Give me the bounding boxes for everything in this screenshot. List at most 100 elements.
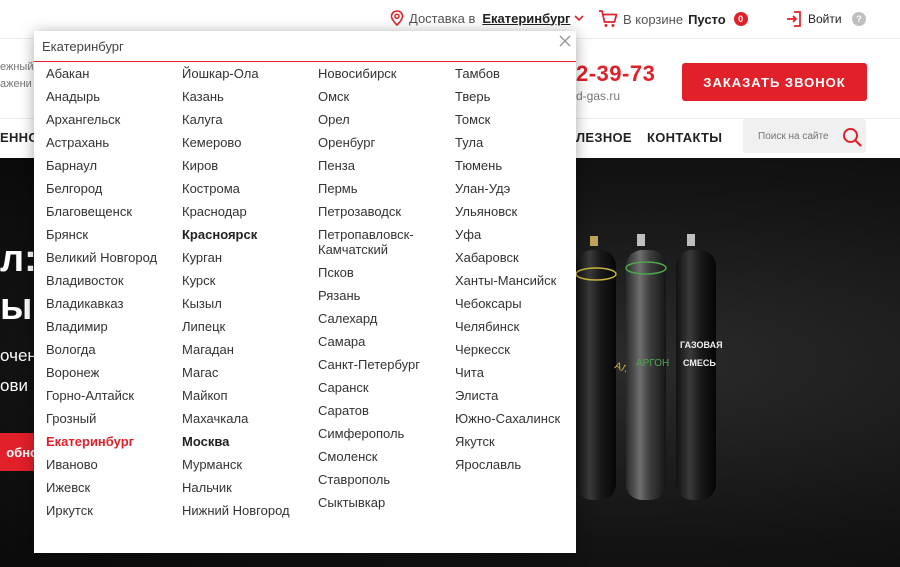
city-link[interactable]: Владимир [46,319,176,334]
city-link[interactable]: Хабаровск [455,250,585,265]
help-icon[interactable]: ? [852,12,866,26]
city-link[interactable]: Грозный [46,411,176,426]
search-icon[interactable] [842,127,862,147]
city-link[interactable]: Тула [455,135,585,150]
city-link[interactable]: Ульяновск [455,204,585,219]
city-link[interactable]: Иваново [46,457,176,472]
city-link[interactable]: Южно-Сахалинск [455,411,585,426]
city-link[interactable]: Самара [318,334,448,349]
city-link[interactable]: Магас [182,365,312,380]
city-link[interactable]: Анадырь [46,89,176,104]
city-link[interactable]: Кострома [182,181,312,196]
cart-widget[interactable]: В корзине Пусто 0 [598,10,748,28]
city-link[interactable]: Симферополь [318,426,448,441]
city-column-3: Новосибирск Омск Орел Оренбург Пенза Пермь Пет… [318,66,448,518]
city-link[interactable]: Майкоп [182,388,312,403]
city-link[interactable]: Москва [182,434,312,449]
city-link[interactable]: Магадан [182,342,312,357]
city-link[interactable]: Псков [318,265,448,280]
city-link[interactable]: Салехард [318,311,448,326]
city-link[interactable]: Черкесск [455,342,585,357]
delivery-selector[interactable]: Доставка в Екатеринбург [390,10,584,26]
city-link[interactable]: Краснодар [182,204,312,219]
location-pin-icon [390,10,404,26]
city-link[interactable]: Йошкар-Ола [182,66,312,81]
city-link[interactable]: Смоленск [318,449,448,464]
city-link[interactable]: Пермь [318,181,448,196]
city-link[interactable]: Красноярск [182,227,312,242]
city-link[interactable]: Екатеринбург [46,434,176,449]
order-call-button[interactable]: ЗАКАЗАТЬ ЗВОНОК [682,63,867,101]
city-link[interactable]: Кызыл [182,296,312,311]
city-link[interactable]: Челябинск [455,319,585,334]
close-icon[interactable] [558,34,572,48]
city-link[interactable]: Киров [182,158,312,173]
city-link[interactable]: Ханты-Мансийск [455,273,585,288]
city-link[interactable]: Орел [318,112,448,127]
login-label: Войти [808,12,842,26]
city-link[interactable]: Барнаул [46,158,176,173]
city-link[interactable]: Калуга [182,112,312,127]
header-tagline: ежный ажени [0,59,34,93]
city-link[interactable]: Чебоксары [455,296,585,311]
city-link[interactable]: Кемерово [182,135,312,150]
city-link[interactable]: Мурманск [182,457,312,472]
city-link[interactable]: Улан-Удэ [455,181,585,196]
city-link[interactable]: Томск [455,112,585,127]
city-link[interactable]: Тамбов [455,66,585,81]
cart-icon [599,10,618,27]
city-link[interactable]: Казань [182,89,312,104]
city-link[interactable]: Ставрополь [318,472,448,487]
city-link[interactable]: Саранск [318,380,448,395]
city-link[interactable]: Владивосток [46,273,176,288]
nav-item-contacts[interactable]: КОНТАКТЫ [647,130,722,145]
city-link[interactable]: Белгород [46,181,176,196]
city-search-input[interactable] [34,31,576,62]
city-link[interactable]: Вологда [46,342,176,357]
city-link[interactable]: Уфа [455,227,585,242]
tagline-line-2: ажени [0,78,32,90]
city-link[interactable]: Санкт-Петербург [318,357,448,372]
city-link[interactable]: Сыктывкар [318,495,448,510]
city-link[interactable]: Нальчик [182,480,312,495]
city-link[interactable]: Якутск [455,434,585,449]
city-link[interactable]: Тюмень [455,158,585,173]
city-link[interactable]: Горно-Алтайск [46,388,176,403]
city-link[interactable]: Нижний Новгород [182,503,312,518]
nav-item-products[interactable]: ЕННО [0,130,39,145]
city-link[interactable]: Воронеж [46,365,176,380]
city-link[interactable]: Петрозаводск [318,204,448,219]
city-link[interactable]: Оренбург [318,135,448,150]
city-link[interactable]: Пенза [318,158,448,173]
delivery-city-link[interactable]: Екатеринбург [482,11,570,26]
city-link[interactable]: Архангельск [46,112,176,127]
chevron-down-icon [574,15,584,22]
city-link[interactable]: Иркутск [46,503,176,518]
city-link[interactable]: Рязань [318,288,448,303]
city-link[interactable]: Курск [182,273,312,288]
city-link[interactable]: Владикавказ [46,296,176,311]
city-link[interactable]: Астрахань [46,135,176,150]
city-link[interactable]: Ижевск [46,480,176,495]
city-link[interactable]: Омск [318,89,448,104]
city-link[interactable]: Брянск [46,227,176,242]
city-link[interactable]: Чита [455,365,585,380]
hero-subtitle-line-1: очен [0,346,37,365]
city-link[interactable]: Петропавловск-Камчатский [318,227,448,257]
city-link[interactable]: Новосибирск [318,66,448,81]
svg-text:СМЕСЬ: СМЕСЬ [683,358,716,368]
city-link[interactable]: Элиста [455,388,585,403]
city-link[interactable]: Благовещенск [46,204,176,219]
city-link[interactable]: Курган [182,250,312,265]
city-link[interactable]: Тверь [455,89,585,104]
city-link[interactable]: Липецк [182,319,312,334]
city-link[interactable]: Абакан [46,66,176,81]
phone-number[interactable]: 2-39-73 [576,61,655,87]
city-link[interactable]: Махачкала [182,411,312,426]
svg-text:ГАЗОВАЯ: ГАЗОВАЯ [680,340,723,350]
city-link[interactable]: Ярославль [455,457,585,472]
login-link[interactable]: Войти [785,10,842,28]
city-link[interactable]: Саратов [318,403,448,418]
svg-text:АРГОН: АРГОН [636,358,669,369]
city-link[interactable]: Великий Новгород [46,250,176,265]
